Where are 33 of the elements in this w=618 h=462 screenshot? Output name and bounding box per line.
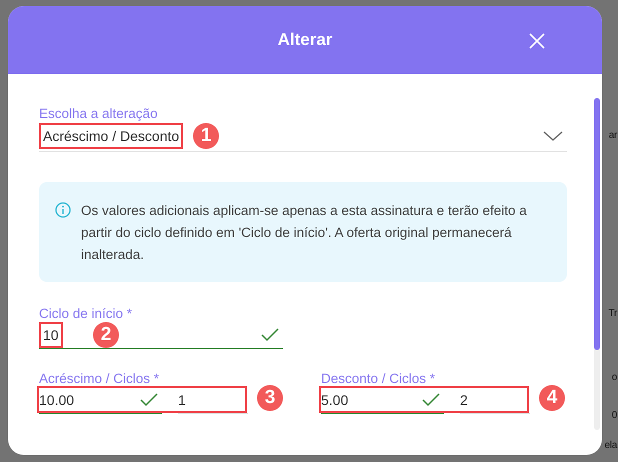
check-icon — [422, 392, 440, 406]
background-text: o — [612, 372, 617, 383]
select-value: Acréscimo / Desconto — [39, 123, 184, 149]
field-value: 1 — [178, 392, 186, 408]
field-value: 10.00 — [39, 392, 74, 408]
background-text: ar — [608, 130, 617, 141]
background-text: Tr — [608, 308, 617, 319]
change-select[interactable]: Acréscimo / Desconto 1 — [39, 123, 567, 152]
check-icon — [140, 392, 158, 406]
step-marker: 2 — [93, 322, 119, 348]
step-marker: 1 — [193, 123, 220, 149]
step-marker: 4 — [539, 385, 565, 411]
field-label: Acréscimo / Ciclos * — [39, 371, 160, 386]
field-label: Ciclo de início * — [39, 306, 134, 321]
chevron-down-icon — [543, 131, 563, 141]
amount-field[interactable]: 5.00 — [321, 386, 444, 414]
amount-field[interactable]: 10.00 — [39, 386, 162, 414]
scrollbar[interactable] — [594, 98, 600, 430]
cycles-field[interactable]: 2 — [460, 386, 530, 414]
field-value: 10 — [39, 322, 63, 348]
field-label: Escolha a alteração — [39, 106, 159, 121]
background-text: ela — [604, 440, 617, 451]
step-marker: 3 — [257, 385, 283, 411]
field-label: Desconto / Ciclos * — [321, 371, 436, 386]
info-icon — [55, 202, 71, 218]
background-text: 0 — [612, 410, 617, 421]
check-icon — [261, 328, 279, 342]
close-icon — [528, 32, 546, 50]
cycles-field[interactable]: 1 — [178, 386, 248, 414]
dialog-title: Alterar — [278, 30, 332, 50]
info-text: Os valores adicionais aplicam-se apenas a esta assinatura e terão efeito a partir do ciclo definido em 'Ciclo de início'. A oferta original permanecerá inalterada. — [81, 202, 528, 264]
field-value: 5.00 — [321, 392, 348, 408]
field-value: 2 — [460, 392, 468, 408]
